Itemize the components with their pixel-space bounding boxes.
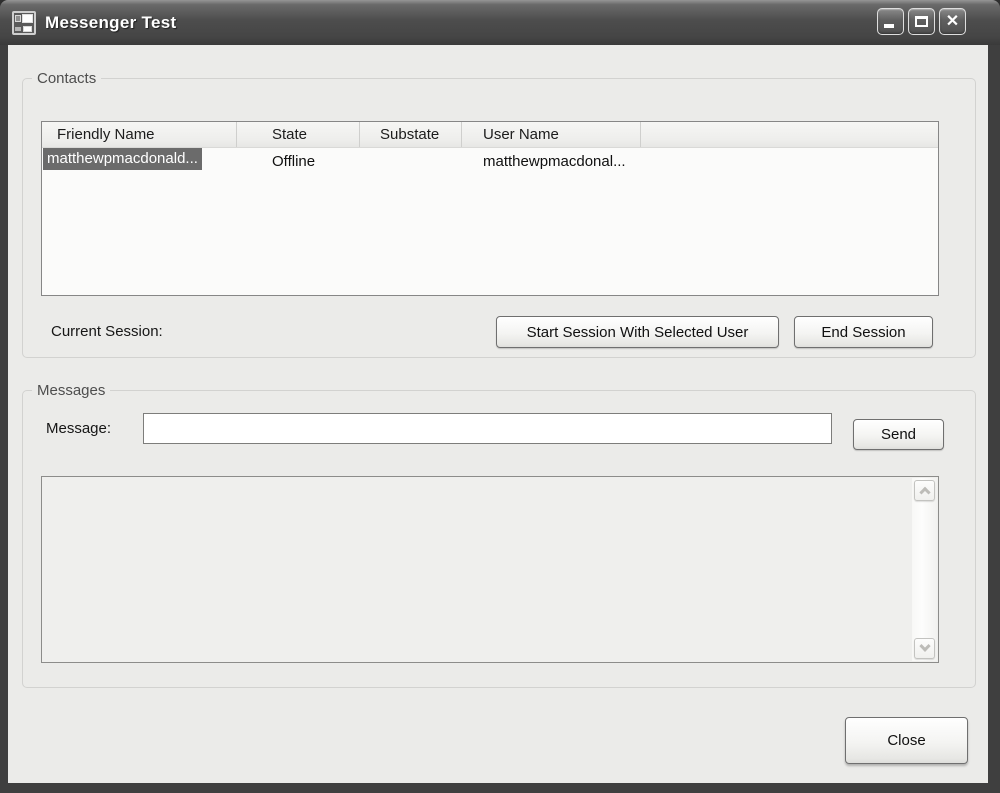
send-button[interactable]: Send (853, 419, 944, 450)
scroll-up-button[interactable] (914, 480, 935, 501)
app-window-icon (12, 11, 36, 35)
message-log[interactable] (41, 476, 939, 663)
contact-cell-state: Offline (237, 153, 360, 170)
contacts-groupbox: Contacts Friendly Name State Substate Us… (22, 78, 976, 358)
current-session-label: Current Session: (51, 323, 163, 340)
messages-groupbox: Messages Message: Send (22, 390, 976, 688)
contact-cell-user-name: matthewpmacdonal... (462, 153, 641, 170)
start-session-button[interactable]: Start Session With Selected User (496, 316, 779, 348)
contact-cell-friendly-name[interactable]: matthewpmacdonald... (42, 148, 237, 174)
column-header-substate[interactable]: Substate (360, 122, 462, 147)
maximize-button[interactable] (908, 8, 935, 35)
window-title: Messenger Test (45, 13, 176, 33)
message-log-scrollbar[interactable] (912, 478, 937, 661)
title-bar[interactable]: Messenger Test ✕ (0, 0, 1000, 45)
contact-row[interactable]: matthewpmacdonald... Offline matthewpmac… (42, 148, 938, 174)
minimize-icon (884, 24, 894, 28)
scroll-down-button[interactable] (914, 638, 935, 659)
chevron-down-icon (919, 640, 930, 651)
close-button[interactable]: Close (845, 717, 968, 764)
column-header-friendly-name[interactable]: Friendly Name (42, 122, 237, 147)
contacts-list-header: Friendly Name State Substate User Name (42, 122, 938, 148)
messenger-test-window: Messenger Test ✕ Contacts Friendly Name … (0, 0, 1000, 793)
messages-group-label: Messages (32, 382, 110, 399)
chevron-up-icon (919, 486, 930, 497)
close-icon: ✕ (946, 14, 959, 30)
column-header-user-name[interactable]: User Name (462, 122, 641, 147)
column-header-state[interactable]: State (237, 122, 360, 147)
message-log-text (48, 481, 906, 658)
minimize-button[interactable] (877, 8, 904, 35)
contacts-listview[interactable]: Friendly Name State Substate User Name m… (41, 121, 939, 296)
selected-contact-highlight: matthewpmacdonald... (43, 148, 202, 170)
window-client-area: Contacts Friendly Name State Substate Us… (8, 45, 988, 783)
maximize-icon (915, 16, 928, 27)
end-session-button[interactable]: End Session (794, 316, 933, 348)
close-window-button[interactable]: ✕ (939, 8, 966, 35)
column-header-filler (641, 122, 938, 147)
message-input[interactable] (143, 413, 832, 444)
message-label: Message: (46, 420, 111, 437)
contacts-group-label: Contacts (32, 70, 101, 87)
